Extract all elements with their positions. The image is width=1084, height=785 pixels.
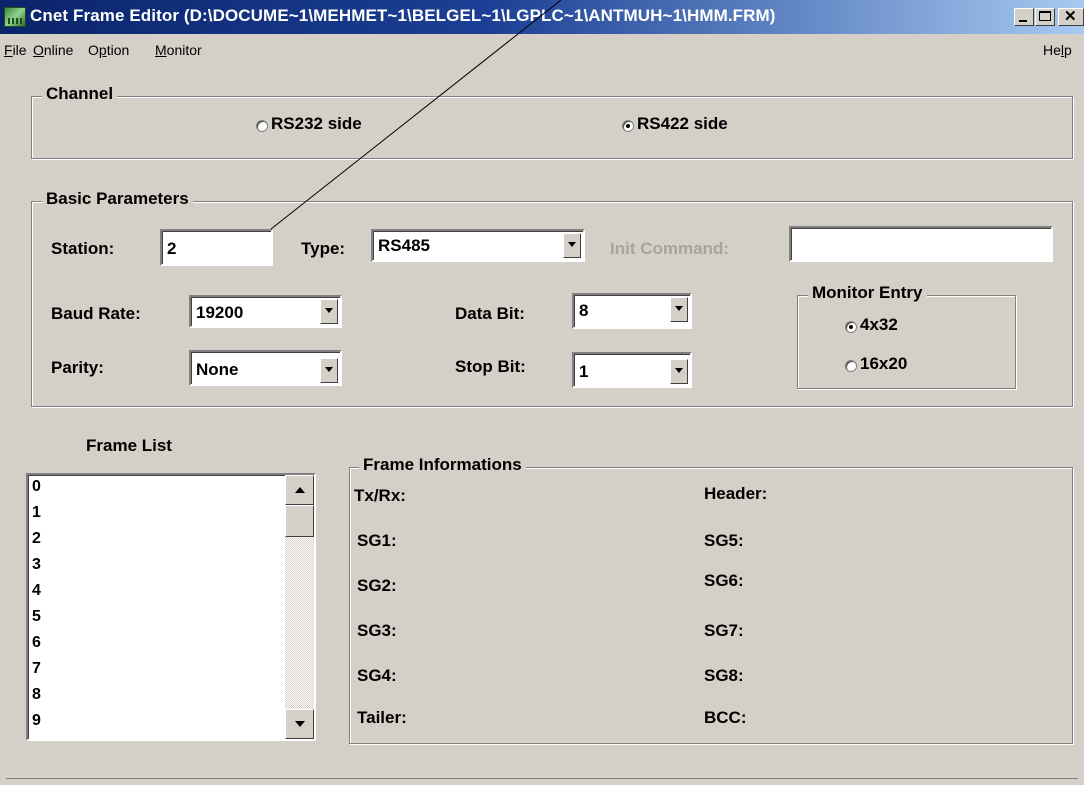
annotation-line (270, 0, 562, 230)
annotation-callout (270, 0, 562, 230)
